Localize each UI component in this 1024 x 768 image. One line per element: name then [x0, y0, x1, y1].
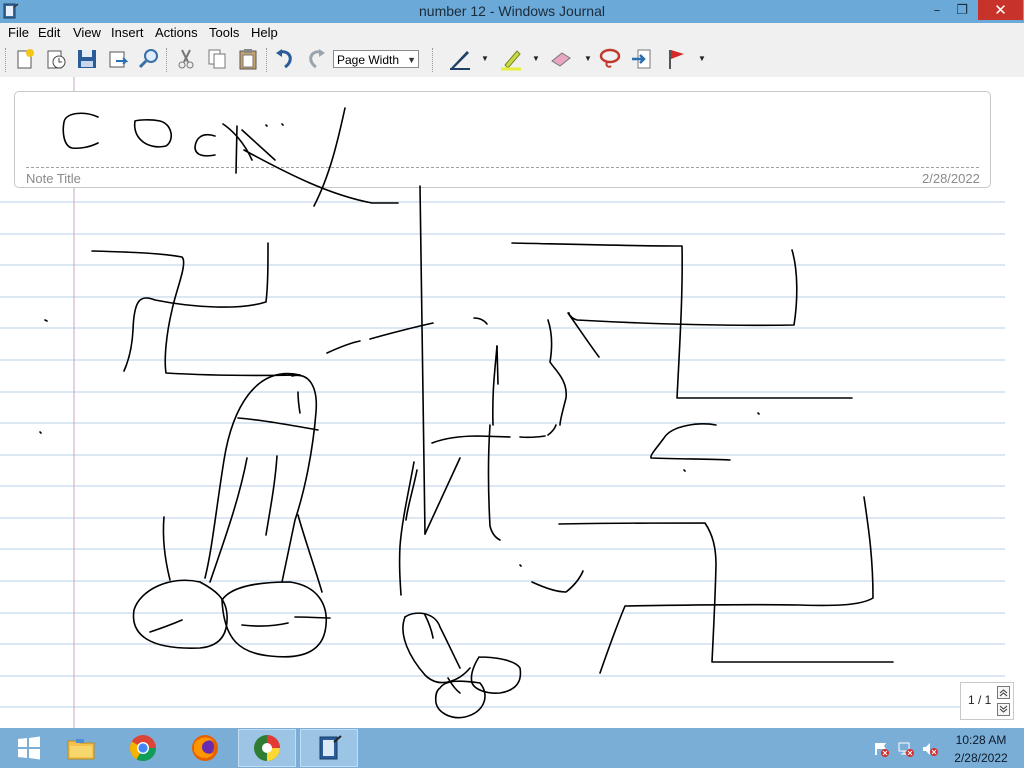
firefox-icon[interactable] [176, 729, 234, 767]
app-icon[interactable] [238, 729, 296, 767]
title-divider [26, 167, 979, 168]
title-bar[interactable]: number 12 - Windows Journal – ❐ ✕ [0, 0, 1024, 23]
page-indicator: 1 / 1 [968, 693, 992, 707]
eraser-icon[interactable] [549, 47, 573, 71]
menu-edit[interactable]: Edit [38, 25, 60, 40]
eraser-dropdown-arrow[interactable]: ▼ [584, 54, 592, 63]
cut-icon[interactable] [174, 47, 198, 71]
clock-time[interactable]: 10:28 AM [946, 733, 1016, 747]
toolbar-separator [266, 48, 269, 72]
lasso-select-icon[interactable] [598, 47, 622, 71]
pen-icon[interactable] [448, 47, 472, 71]
toolbar-separator [432, 48, 435, 72]
note-title-placeholder[interactable]: Note Title [26, 171, 81, 186]
highlighter-icon[interactable] [499, 47, 523, 71]
paste-icon[interactable] [236, 47, 260, 71]
file-explorer-icon[interactable] [52, 729, 110, 767]
menu-bar: File Edit View Insert Actions Tools Help [0, 23, 1024, 42]
chevron-up-icon [999, 689, 1008, 697]
email-icon[interactable] [106, 47, 130, 71]
pen-dropdown-arrow[interactable]: ▼ [481, 54, 489, 63]
copy-icon[interactable] [205, 47, 229, 71]
new-note-icon[interactable] [13, 47, 37, 71]
insert-space-icon[interactable] [630, 47, 654, 71]
flag-dropdown-arrow[interactable]: ▼ [698, 54, 706, 63]
redo-icon[interactable] [304, 47, 328, 71]
open-recent-icon[interactable] [44, 47, 68, 71]
windows-start-icon[interactable] [0, 729, 58, 767]
toolbar-grip[interactable] [5, 48, 8, 72]
undo-icon[interactable] [273, 47, 297, 71]
menu-view[interactable]: View [73, 25, 101, 40]
highlighter-dropdown-arrow[interactable]: ▼ [532, 54, 540, 63]
zoom-select[interactable]: Page Width ▼ [333, 50, 419, 68]
note-title-area[interactable] [14, 91, 991, 188]
chrome-icon[interactable] [114, 729, 172, 767]
save-icon[interactable] [75, 47, 99, 71]
menu-file[interactable]: File [8, 25, 29, 40]
toolbar [0, 42, 1024, 116]
find-icon[interactable] [137, 47, 161, 71]
menu-actions[interactable]: Actions [155, 25, 198, 40]
menu-insert[interactable]: Insert [111, 25, 144, 40]
previous-page-button[interactable] [997, 686, 1010, 699]
clock-date[interactable]: 2/28/2022 [946, 751, 1016, 765]
next-page-button[interactable] [997, 703, 1010, 716]
maximize-button[interactable]: ❐ [947, 0, 977, 20]
menu-tools[interactable]: Tools [209, 25, 239, 40]
network-icon[interactable] [898, 741, 914, 757]
flag-icon[interactable] [665, 47, 689, 71]
volume-muted-icon[interactable] [922, 741, 938, 757]
zoom-select-value: Page Width [337, 53, 400, 67]
vertical-scroll-area[interactable] [1005, 77, 1024, 728]
chevron-down-icon [999, 705, 1008, 713]
close-button[interactable]: ✕ [978, 0, 1023, 20]
note-date: 2/28/2022 [922, 171, 980, 186]
page-navigator: 1 / 1 [960, 682, 1014, 720]
toolbar-separator [166, 48, 169, 72]
action-center-icon[interactable] [874, 741, 890, 757]
windows-journal-icon[interactable] [300, 729, 358, 767]
window-title: number 12 - Windows Journal [419, 3, 605, 19]
menu-help[interactable]: Help [251, 25, 278, 40]
chevron-down-icon[interactable]: ▼ [407, 51, 416, 69]
